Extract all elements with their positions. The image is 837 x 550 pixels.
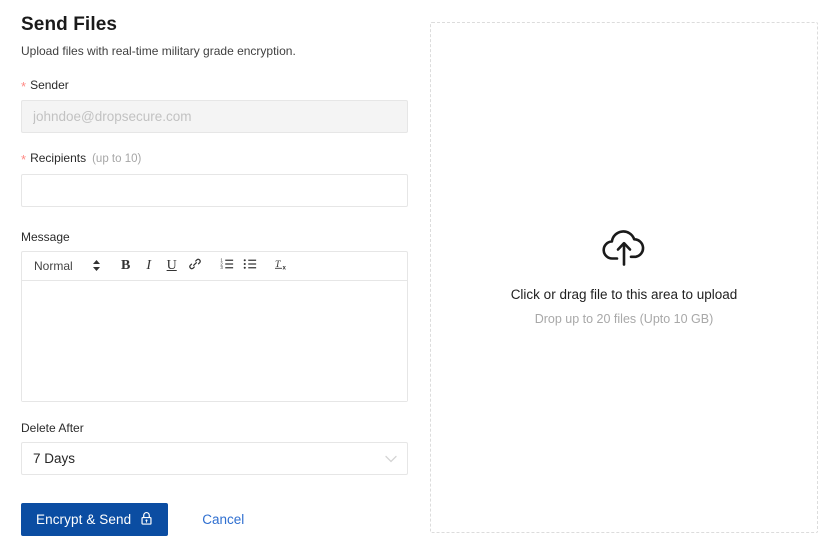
format-select-value: Normal [34, 258, 73, 273]
recipients-field-group: * Recipients (up to 10) [21, 151, 408, 207]
ordered-list-icon: 1 2 3 [220, 257, 234, 274]
dropzone-title: Click or drag file to this area to uploa… [510, 287, 738, 303]
clear-format-icon: T x [274, 257, 290, 274]
delete-after-field-group: Delete After 7 Days [21, 421, 408, 476]
sender-label-text: Sender [30, 78, 69, 93]
send-files-form: Send Files Upload files with real-time m… [21, 14, 408, 537]
ordered-list-button[interactable]: 1 2 3 [216, 255, 238, 277]
encrypt-and-send-label: Encrypt & Send [36, 512, 132, 528]
message-label-text: Message [21, 229, 70, 244]
svg-text:x: x [282, 265, 286, 272]
recipients-hint: (up to 10) [92, 152, 142, 165]
message-textarea[interactable] [22, 280, 407, 401]
cloud-upload-icon [600, 228, 648, 269]
svg-text:3: 3 [220, 266, 223, 271]
delete-after-select-wrap: 7 Days [21, 442, 408, 476]
message-editor: Normal B I U 1 2 3 T x [21, 250, 408, 402]
clear-format-button[interactable]: T x [271, 255, 293, 277]
stepper-arrows-icon [92, 259, 101, 272]
required-asterisk-icon: * [21, 151, 27, 167]
sender-label: * Sender [21, 78, 408, 95]
editor-toolbar: Normal B I U 1 2 3 T x [22, 252, 407, 281]
bullet-list-button[interactable] [239, 255, 261, 277]
italic-button[interactable]: I [138, 255, 160, 277]
format-select[interactable]: Normal [30, 259, 105, 273]
message-field-group: Message Normal B I U 1 2 3 T x [21, 230, 408, 402]
delete-after-label: Delete After [21, 421, 408, 435]
lock-icon [140, 511, 153, 529]
page-subtitle: Upload files with real-time military gra… [21, 43, 296, 58]
message-label: Message [21, 230, 408, 244]
delete-after-label-text: Delete After [21, 420, 84, 435]
sender-field-group: * Sender [21, 78, 408, 133]
bold-button[interactable]: B [115, 255, 137, 277]
underline-button[interactable]: U [161, 255, 183, 277]
recipients-input[interactable] [21, 173, 408, 207]
recipients-label: * Recipients (up to 10) [21, 151, 408, 167]
bullet-list-icon [243, 257, 257, 274]
delete-after-value: 7 Days [33, 451, 76, 467]
cancel-link[interactable]: Cancel [202, 512, 244, 527]
encrypt-and-send-button[interactable]: Encrypt & Send [21, 503, 169, 537]
dropzone-subtitle: Drop up to 20 files (Upto 10 GB) [534, 311, 714, 326]
form-actions: Encrypt & Send Cancel [21, 503, 408, 537]
required-asterisk-icon: * [21, 79, 27, 95]
link-icon [188, 257, 202, 274]
delete-after-select[interactable]: 7 Days [21, 442, 408, 476]
file-dropzone[interactable]: Click or drag file to this area to uploa… [430, 22, 818, 533]
page-title: Send Files [21, 14, 118, 35]
sender-input[interactable] [21, 99, 408, 133]
recipients-label-text: Recipients [30, 150, 87, 165]
link-button[interactable] [184, 255, 206, 277]
